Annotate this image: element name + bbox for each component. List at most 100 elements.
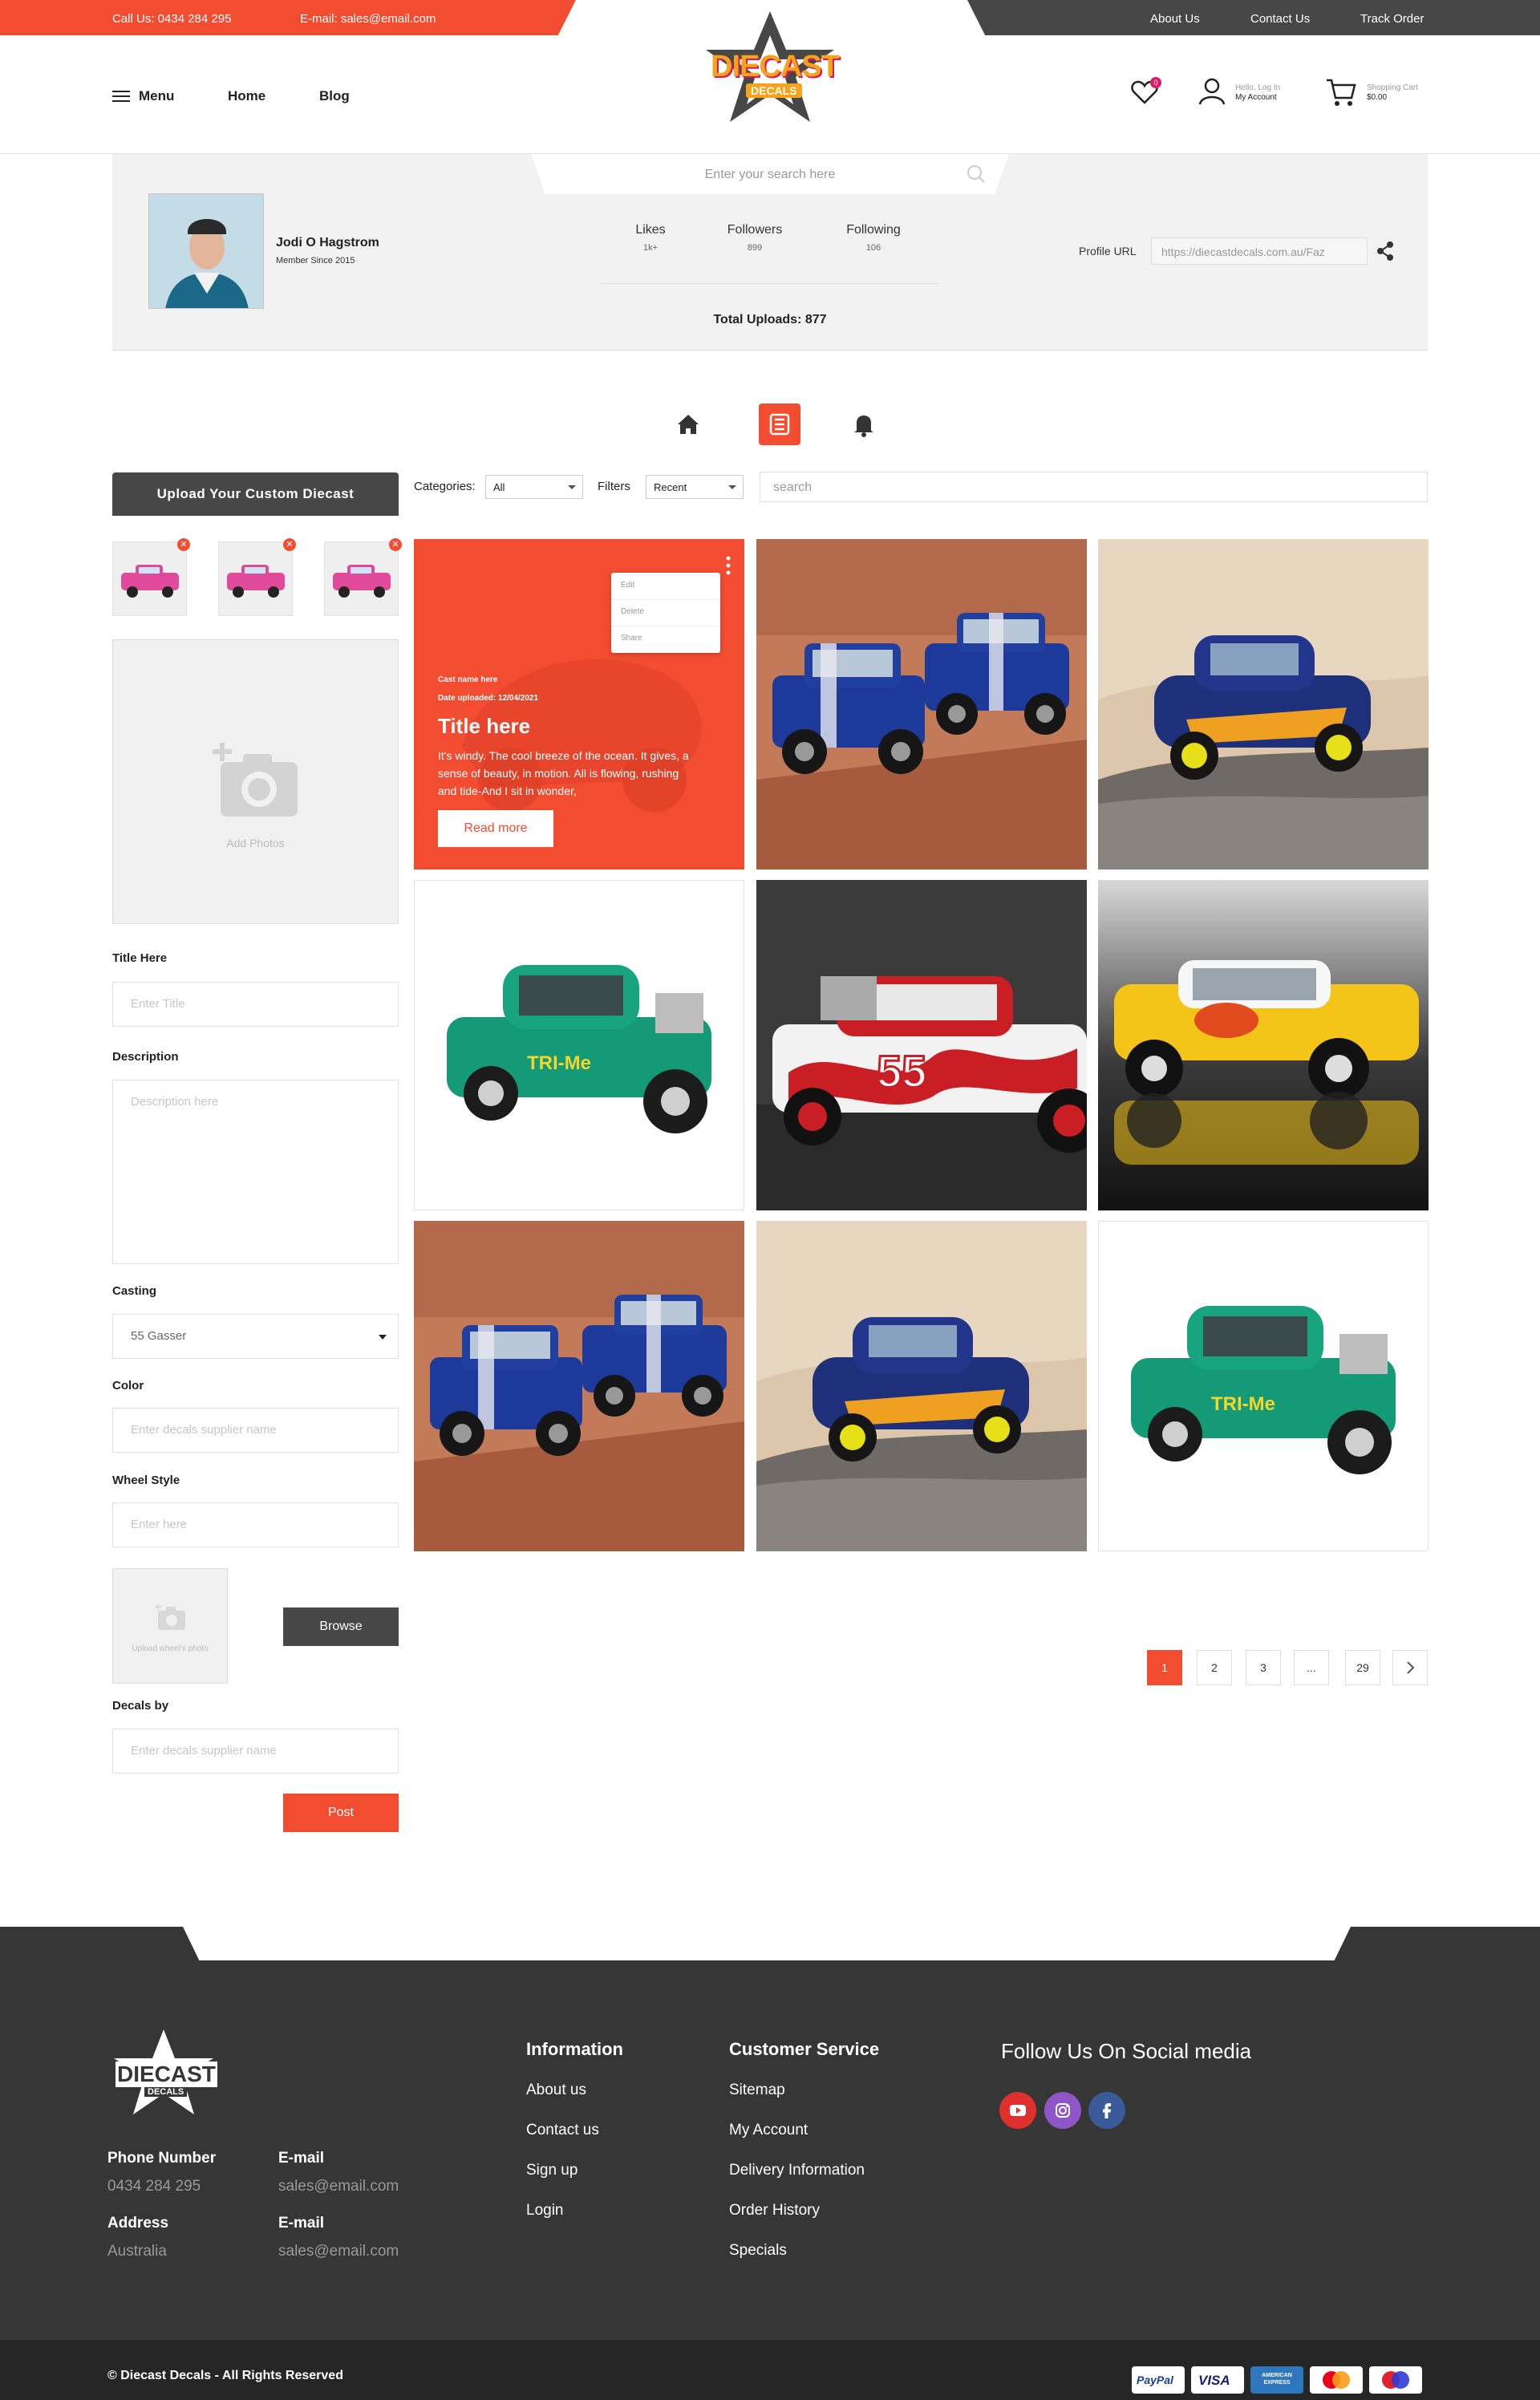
menu-delete[interactable]: Delete: [621, 607, 644, 616]
title-input[interactable]: Enter Title: [112, 982, 399, 1027]
top-email[interactable]: E-mail: sales@email.com: [300, 12, 436, 26]
remove-thumb-icon[interactable]: ✕: [283, 538, 296, 551]
top-phone[interactable]: Call Us: 0434 284 295: [112, 12, 231, 26]
footer-link-signup[interactable]: Sign up: [526, 2162, 578, 2179]
gallery-image: [1098, 880, 1429, 1210]
tab-notifications[interactable]: [843, 403, 885, 445]
nav-home[interactable]: Home: [228, 88, 265, 104]
wishlist-button[interactable]: 0: [1129, 77, 1161, 109]
chevron-right-icon: [1407, 1661, 1415, 1674]
filters-value: Recent: [654, 481, 687, 493]
footer-logo-subtext: DECALS: [144, 2087, 188, 2097]
nav-blog[interactable]: Blog: [319, 88, 350, 104]
chevron-down-icon: [568, 485, 576, 489]
gallery-card[interactable]: [756, 539, 1087, 870]
gallery-image: TRI-Me: [1099, 1222, 1428, 1551]
description-textarea[interactable]: Description here: [112, 1080, 399, 1264]
youtube-link[interactable]: [999, 2092, 1036, 2129]
footer-link-order-history[interactable]: Order History: [729, 2202, 820, 2220]
footer-link-specials[interactable]: Specials: [729, 2242, 787, 2260]
decal-text: 55: [877, 1046, 926, 1097]
page-button-1[interactable]: 1: [1147, 1650, 1182, 1685]
gallery-card[interactable]: TRI-Me: [1098, 1221, 1429, 1551]
list-icon: [769, 413, 790, 436]
facebook-link[interactable]: [1088, 2092, 1125, 2129]
footer-email2-label: E-mail: [278, 2215, 325, 2232]
cart-total: $0.00: [1367, 93, 1388, 102]
decals-by-input[interactable]: Enter decals supplier name: [112, 1729, 399, 1774]
gallery-card[interactable]: TRI-Me: [414, 880, 744, 1210]
footer-email2-value[interactable]: sales@email.com: [278, 2243, 399, 2260]
casting-select[interactable]: 55 Gasser: [112, 1314, 399, 1359]
post-button[interactable]: Post: [283, 1794, 399, 1832]
featured-card[interactable]: Edit Delete Share Cast name here Date up…: [414, 539, 744, 870]
footer-phone-value[interactable]: 0434 284 295: [107, 2178, 201, 2195]
paypal-icon: PayPal: [1132, 2366, 1185, 2394]
home-icon: [678, 415, 699, 434]
footer-email-value[interactable]: sales@email.com: [278, 2178, 399, 2195]
instagram-link[interactable]: [1044, 2092, 1081, 2129]
footer-link-login[interactable]: Login: [526, 2202, 564, 2220]
menu-share[interactable]: Share: [621, 634, 642, 643]
visa-icon: VISA: [1191, 2366, 1244, 2394]
tab-home[interactable]: [667, 403, 709, 445]
color-input[interactable]: Enter decals supplier name: [112, 1408, 399, 1453]
add-photos-dropzone[interactable]: Add Photos: [112, 639, 399, 924]
remove-thumb-icon[interactable]: ✕: [389, 538, 402, 551]
profile-avatar[interactable]: [148, 193, 264, 309]
footer-cs-title: Customer Service: [729, 2039, 880, 2059]
gallery-card[interactable]: [414, 1221, 744, 1551]
remove-thumb-icon[interactable]: ✕: [177, 538, 190, 551]
gallery-search-input[interactable]: search: [760, 472, 1428, 502]
menu-edit[interactable]: Edit: [621, 581, 634, 590]
uploaded-thumb[interactable]: ✕: [218, 538, 296, 616]
gallery-card[interactable]: [1098, 539, 1429, 870]
browse-button[interactable]: Browse: [283, 1607, 399, 1646]
gallery-card[interactable]: [756, 1221, 1087, 1551]
more-vertical-icon[interactable]: [725, 555, 732, 576]
member-since: Member Since 2015: [276, 256, 355, 266]
read-more-button[interactable]: Read more: [438, 810, 553, 847]
footer-link-my-account[interactable]: My Account: [729, 2122, 808, 2139]
wheel-style-label: Wheel Style: [112, 1474, 180, 1487]
avatar-photo: [149, 194, 263, 308]
share-icon[interactable]: [1376, 241, 1394, 261]
featured-cast-name: Cast name here: [438, 675, 498, 684]
top-link-track-order[interactable]: Track Order: [1360, 12, 1424, 26]
logo-text: DIECAST: [711, 50, 840, 83]
cart-icon: [1327, 79, 1356, 106]
search-input[interactable]: Enter your search here: [531, 168, 1009, 182]
wheel-style-input[interactable]: Enter here: [112, 1502, 399, 1547]
uploaded-thumb[interactable]: ✕: [324, 538, 402, 616]
footer-link-about[interactable]: About us: [526, 2082, 586, 2099]
stat-following-label[interactable]: Following: [825, 223, 922, 237]
casting-value: 55 Gasser: [131, 1329, 187, 1343]
cart-button[interactable]: Shopping Cart $0.00: [1325, 77, 1429, 109]
profile-url-field[interactable]: https://diecastdecals.com.au/Faz: [1151, 237, 1368, 265]
pink-car-thumbnail: [121, 565, 179, 598]
footer-address-value: Australia: [107, 2243, 167, 2260]
page-button-2[interactable]: 2: [1197, 1650, 1232, 1685]
tab-list[interactable]: [759, 403, 800, 445]
gallery-card[interactable]: [1098, 880, 1429, 1210]
gallery-card[interactable]: 55: [756, 880, 1087, 1210]
top-link-contact[interactable]: Contact Us: [1250, 12, 1310, 26]
footer-logo[interactable]: DIECAST DECALS: [107, 2028, 220, 2122]
uploaded-thumb[interactable]: ✕: [112, 538, 190, 616]
categories-select[interactable]: All: [485, 475, 583, 499]
categories-value: All: [493, 481, 505, 493]
next-page-button[interactable]: [1392, 1650, 1428, 1685]
chevron-down-icon: [728, 485, 736, 489]
footer-link-delivery[interactable]: Delivery Information: [729, 2162, 865, 2179]
page-button-last[interactable]: 29: [1345, 1650, 1380, 1685]
site-logo[interactable]: DIECAST DECALS: [696, 10, 844, 138]
page-button-3[interactable]: 3: [1246, 1650, 1281, 1685]
footer-link-contact[interactable]: Contact us: [526, 2122, 599, 2139]
stat-followers-label[interactable]: Followers: [707, 223, 803, 237]
filters-select[interactable]: Recent: [646, 475, 744, 499]
search-icon[interactable]: [966, 164, 987, 184]
footer-link-sitemap[interactable]: Sitemap: [729, 2082, 785, 2099]
top-link-about[interactable]: About Us: [1150, 12, 1200, 26]
wheel-photo-upload[interactable]: Upload wheel's photo: [112, 1568, 228, 1684]
account-button[interactable]: Hello, Log In My Account: [1198, 77, 1303, 109]
